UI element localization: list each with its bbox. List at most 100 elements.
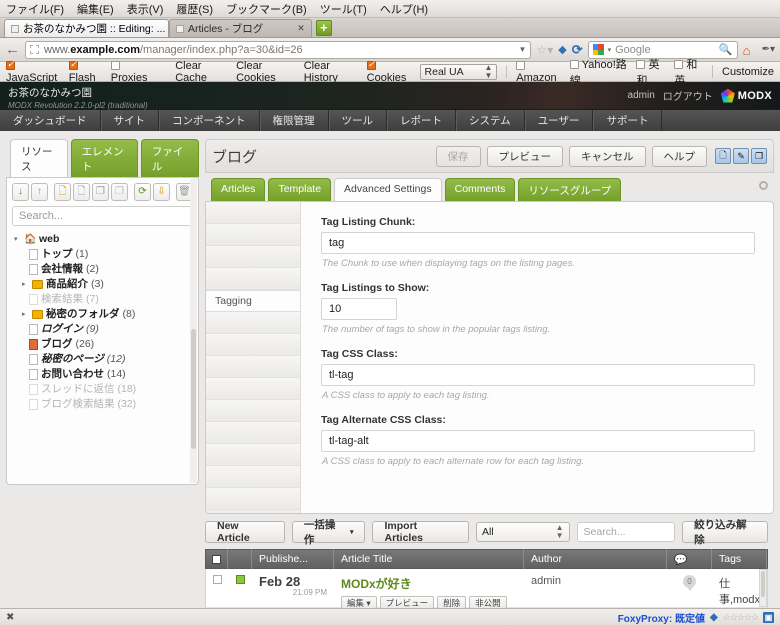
close-icon[interactable]: ✖	[6, 612, 14, 623]
checkbox-icon[interactable]	[6, 59, 15, 70]
close-icon[interactable]: ✕	[297, 23, 305, 34]
refresh-icon[interactable]: ⟳	[134, 183, 151, 201]
paste-icon[interactable]: ❐	[111, 183, 128, 201]
tree-node[interactable]: スレッドに返信 (18)	[12, 382, 193, 397]
clear-cache-link[interactable]: Clear Cache	[175, 60, 227, 84]
checkbox-icon[interactable]	[636, 59, 646, 69]
grid-filter-select[interactable]: All ▲ ▼	[475, 522, 570, 542]
edit-icon[interactable]: ✎	[733, 148, 749, 164]
nav-dashboard[interactable]: ダッシュボード	[0, 110, 101, 131]
stepper-icon[interactable]: ▲ ▼	[556, 524, 564, 540]
browser-tab-1[interactable]: お茶のなかみつ園 :: Editing: ... ✖	[4, 19, 169, 37]
vtab-blank[interactable]	[206, 378, 300, 400]
checkbox-icon[interactable]	[366, 59, 376, 70]
customize-link[interactable]: Customize	[722, 66, 774, 78]
tree-node[interactable]: ログイン (9)	[12, 322, 193, 337]
bulk-actions-button[interactable]: 一括操作 ▾	[291, 519, 366, 546]
tag-alternate-css-class-input[interactable]: tl-tag-alt	[321, 430, 755, 452]
tab-resource-groups[interactable]: リソースグループ	[518, 178, 622, 201]
nav-tools[interactable]: ツール	[329, 110, 387, 131]
home-icon[interactable]: ⌂	[743, 44, 757, 57]
toggle-flash[interactable]: Flash	[68, 59, 102, 84]
addon-badge-icon[interactable]: ▣	[763, 611, 774, 623]
checkbox-icon[interactable]	[674, 59, 684, 69]
menu-file[interactable]: ファイル(F)	[6, 1, 64, 17]
tree-node[interactable]: ブログ検索結果 (32)	[12, 397, 193, 412]
select-all-checkbox[interactable]	[206, 549, 228, 569]
tab-comments[interactable]: Comments	[444, 178, 516, 201]
checkbox-icon[interactable]	[68, 59, 78, 70]
duplicate-icon[interactable]: ❐	[751, 148, 767, 164]
menu-bookmarks[interactable]: ブックマーク(B)	[226, 1, 307, 17]
tab-advanced-settings[interactable]: Advanced Settings	[334, 178, 442, 201]
toggle-cookies[interactable]: Cookies	[366, 59, 411, 84]
vtab-blank[interactable]	[206, 422, 300, 444]
vtab-tagging[interactable]: Tagging	[206, 290, 300, 312]
foxyproxy-icon[interactable]: ◆	[558, 43, 566, 56]
tree-tab-files[interactable]: ファイル	[140, 139, 199, 177]
menu-edit[interactable]: 編集(E)	[77, 1, 114, 17]
overflow-icon[interactable]: ✒▾	[762, 44, 775, 55]
tab-template[interactable]: Template	[268, 178, 332, 201]
menu-help[interactable]: ヘルプ(H)	[380, 1, 428, 17]
nav-users[interactable]: ユーザー	[525, 110, 594, 131]
grid-scrollbar[interactable]	[759, 569, 767, 607]
rating-stars[interactable]: ☆☆☆☆☆	[723, 612, 759, 623]
grid-col-comments[interactable]: 💬	[667, 549, 712, 569]
tree-node-root[interactable]: ▾ 🏠 web	[12, 232, 193, 247]
tree-node[interactable]: ブログ (26)	[12, 337, 193, 352]
vtab-blank[interactable]	[206, 444, 300, 466]
nav-support[interactable]: サポート	[593, 110, 663, 131]
tag-listings-to-show-input[interactable]: 10	[321, 298, 397, 320]
clear-filter-button[interactable]: 絞り込み解除	[682, 519, 768, 546]
row-checkbox[interactable]	[206, 575, 228, 584]
expand-up-icon[interactable]: ↑	[31, 183, 48, 201]
collapse-down-icon[interactable]: ↓	[12, 183, 29, 201]
tree-node[interactable]: ▸ 商品紹介 (3)	[12, 277, 193, 292]
grid-col-published[interactable]: Publishe...	[252, 549, 334, 569]
vtab-blank[interactable]	[206, 400, 300, 422]
tree-node[interactable]: お問い合わせ (14)	[12, 367, 193, 382]
menu-history[interactable]: 履歴(S)	[176, 1, 213, 17]
tree-node[interactable]: 秘密のページ (12)	[12, 352, 193, 367]
clear-cookies-link[interactable]: Clear Cookies	[236, 60, 295, 84]
vtab-blank[interactable]	[206, 268, 300, 290]
vtab-blank[interactable]	[206, 356, 300, 378]
toggle-amazon[interactable]: Amazon	[516, 60, 560, 84]
chevron-down-icon[interactable]: ▾	[14, 232, 21, 247]
chevron-right-icon[interactable]: ▸	[22, 307, 29, 322]
back-icon[interactable]: ←	[5, 42, 20, 57]
tree-node[interactable]: トップ (1)	[12, 247, 193, 262]
tree-scrollbar[interactable]	[190, 179, 197, 483]
tree-search-input[interactable]: Search...	[12, 206, 193, 226]
cancel-button[interactable]: キャンセル	[569, 145, 646, 167]
nav-system[interactable]: システム	[456, 110, 525, 131]
new-resource-icon[interactable]: 🗋	[715, 148, 731, 164]
vtab-blank[interactable]	[206, 312, 300, 334]
grid-col-tags[interactable]: Tags	[712, 549, 767, 569]
clear-history-link[interactable]: Clear History	[304, 60, 358, 84]
logout-link[interactable]: ログアウト	[663, 88, 713, 103]
vtab-blank[interactable]	[206, 334, 300, 356]
row-article-title[interactable]: MODxが好き	[341, 575, 517, 592]
tree-tab-elements[interactable]: エレメント	[70, 139, 138, 177]
grid-col-article-title[interactable]: Article Title	[334, 549, 524, 569]
vtab-blank[interactable]	[206, 488, 300, 510]
foxyproxy-status[interactable]: FoxyProxy: 既定値 ◆ ☆☆☆☆☆ ▣	[618, 610, 774, 625]
tag-listing-chunk-input[interactable]: tag	[321, 232, 755, 254]
chevron-right-icon[interactable]: ▸	[22, 277, 29, 292]
row-comments[interactable]: 0	[667, 575, 712, 591]
tree-node[interactable]: 会社情報 (2)	[12, 262, 193, 277]
checkbox-icon[interactable]	[110, 60, 120, 70]
tree-node[interactable]: ▸ 秘密のフォルダ (8)	[12, 307, 193, 322]
table-row[interactable]: Feb 28 21:09 PM MODxが好き 編集 ▾ プレビュー 削除 非公…	[205, 569, 768, 609]
checkbox-icon[interactable]	[569, 59, 579, 69]
tab-articles[interactable]: Articles	[211, 178, 266, 201]
save-button[interactable]: 保存	[435, 145, 481, 167]
copy-icon[interactable]: ❐	[92, 183, 109, 201]
browser-tab-2[interactable]: Articles - ブログ ✕	[169, 19, 312, 37]
tag-css-class-input[interactable]: tl-tag	[321, 364, 755, 386]
nav-permissions[interactable]: 権限管理	[260, 110, 329, 131]
new-document-icon[interactable]: 🗋	[54, 183, 71, 201]
new-tab-button[interactable]: +	[315, 20, 332, 36]
